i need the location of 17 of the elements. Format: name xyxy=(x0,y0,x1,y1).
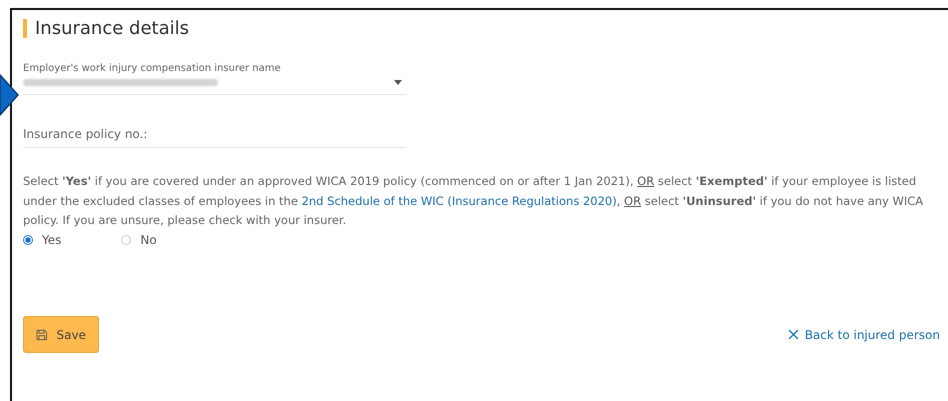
instruction-text: Select 'Yes' if you are covered under an approved WICA 2019 policy (commenced on or after 1 Jan 2021), OR select 'Exempted' if your employee is listed under the excluded classes of employees in the 2nd Schedule of the WIC (Insurance Regulations 2020), OR select 'Uninsured' if you do not have any WICA policy. If you are unsure, please check with your insurer. xyxy=(23,173,924,229)
radio-option[interactable]: Yes xyxy=(23,232,62,246)
accent-bar xyxy=(23,19,27,38)
radio-option[interactable]: No xyxy=(121,232,157,246)
radio-icon[interactable] xyxy=(121,234,132,244)
option-label: Yes xyxy=(42,232,62,246)
caret-icon xyxy=(394,80,402,84)
close-icon xyxy=(788,329,799,340)
schedule-link[interactable]: 2nd Schedule of the WIC (Insurance Regulations 2020) xyxy=(302,194,617,208)
option-label: No xyxy=(140,232,157,246)
arrow-icon xyxy=(0,73,20,117)
back-link[interactable]: Back to injured person xyxy=(788,328,940,342)
radio-icon[interactable] xyxy=(23,234,33,244)
save-button[interactable]: Save xyxy=(23,316,99,353)
section-title: Insurance details xyxy=(35,18,190,39)
field-label: Employer's work injury compensation insurer name xyxy=(23,63,282,74)
insurer-select[interactable]: Employer's work injury compensation insurer name xyxy=(23,63,406,95)
